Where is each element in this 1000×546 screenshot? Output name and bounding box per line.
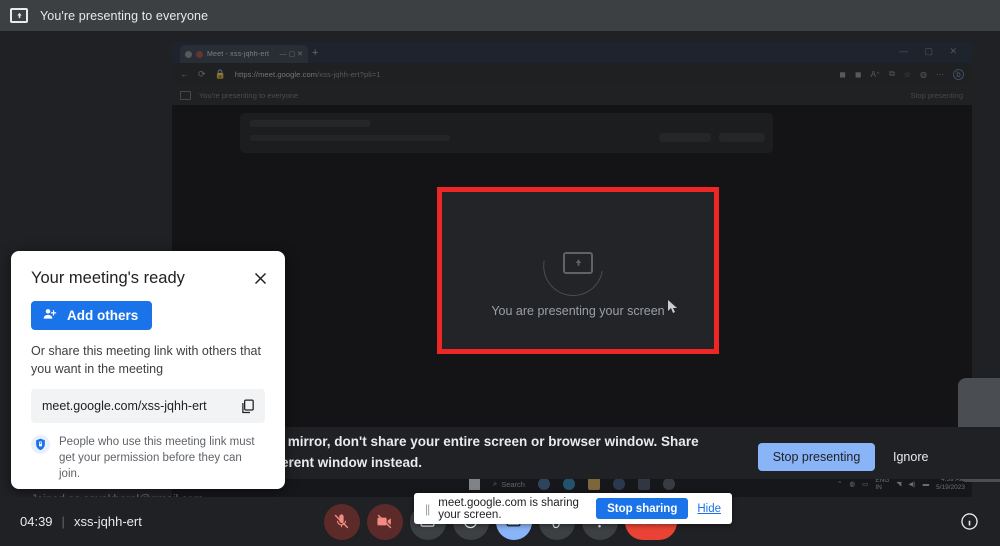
meeting-link-row[interactable]: meet.google.com/xss-jqhh-ert bbox=[31, 389, 265, 424]
taskbar-app-icon-3 bbox=[637, 478, 650, 490]
nested-tab-favicon-icon bbox=[185, 50, 192, 58]
person-add-icon bbox=[42, 306, 58, 325]
dialog-description: Or share this meeting link with others t… bbox=[31, 344, 261, 377]
nested-omnibox-actions: ◼ ◼ A⁺ ⧉ ☆ ◍ ⋯ b bbox=[839, 68, 964, 80]
nested-browser-tab: Meet - xss-jqhh-ert — ▢ ✕ bbox=[180, 45, 308, 63]
info-icon[interactable] bbox=[956, 509, 982, 535]
nested-omnibox: ← ⟳ 🔒 https://meet.google.com/xss-jqhh-e… bbox=[172, 63, 972, 85]
tray-chat-icon: ▭ bbox=[862, 481, 869, 488]
nested-extension-icon-1: ◼ bbox=[839, 69, 846, 79]
present-to-all-icon bbox=[10, 8, 28, 23]
camera-off-button[interactable] bbox=[366, 503, 403, 540]
dialog-title: Your meeting's ready bbox=[31, 269, 185, 287]
meeting-link-text: meet.google.com/xss-jqhh-ert bbox=[42, 399, 207, 414]
nested-inline-dialog bbox=[240, 113, 773, 153]
nested-reload-icon: ⟳ bbox=[198, 68, 206, 79]
control-bar-right bbox=[956, 509, 982, 535]
settings-icon bbox=[662, 478, 675, 490]
meeting-info-group: 04:39 | xss-jqhh-ert bbox=[20, 514, 142, 529]
nested-collections-icon: A⁺ bbox=[870, 69, 881, 79]
permission-note-text: People who use this meeting link must ge… bbox=[59, 436, 255, 481]
edge-icon bbox=[562, 478, 575, 490]
tray-language-label: ENG IN bbox=[875, 477, 890, 491]
nested-tab-title: Meet - xss-jqhh-ert bbox=[207, 50, 270, 58]
nested-dialog-button-1 bbox=[659, 133, 711, 142]
nested-extension-icon-2: ◼ bbox=[854, 69, 862, 79]
nested-dialog-line-2 bbox=[250, 135, 450, 141]
tray-battery-icon: ▬ bbox=[922, 480, 930, 488]
search-icon: ⌕ bbox=[493, 479, 498, 488]
sharing-status-text: meet.google.com is sharing your screen. bbox=[438, 496, 579, 521]
nested-url-text: https://meet.google.com/xss-jqhh-ert?pli… bbox=[234, 69, 381, 79]
nested-presenting-label: You're presenting to everyone bbox=[199, 90, 299, 100]
tray-shield-icon: ◍ bbox=[849, 481, 856, 488]
nested-tab-strip: Meet - xss-jqhh-ert — ▢ ✕ + — ▢ ✕ bbox=[172, 42, 972, 63]
presenting-status-bar: You're presenting to everyone bbox=[0, 0, 1000, 31]
windows-start-icon bbox=[469, 478, 481, 490]
stop-presenting-button[interactable]: Stop presenting bbox=[758, 443, 875, 471]
warning-line-2: fferent window instead. bbox=[272, 455, 423, 470]
meeting-ready-dialog: Your meeting's ready Add others Or share… bbox=[11, 251, 285, 506]
nested-stop-presenting-label: Stop presenting bbox=[910, 90, 963, 100]
nested-site-info-icon: 🔒 bbox=[214, 68, 226, 79]
presenting-preview-highlight: You are presenting your screen bbox=[437, 187, 719, 354]
nested-dialog-button-2 bbox=[719, 133, 765, 142]
meeting-time: 04:39 bbox=[20, 514, 53, 529]
nested-tab-recording-icon bbox=[196, 50, 203, 58]
meet-presenting-screen: You're presenting to everyone Meet - xss… bbox=[0, 0, 1000, 546]
presenting-preview-caption: You are presenting your screen bbox=[491, 303, 665, 318]
nested-settings-icon: ⋯ bbox=[936, 69, 944, 79]
nested-window-controls: — ▢ ✕ bbox=[898, 46, 964, 56]
add-others-label: Add others bbox=[67, 308, 139, 323]
nested-back-icon: ← bbox=[180, 69, 189, 79]
stop-sharing-button[interactable]: Stop sharing bbox=[596, 498, 689, 519]
separator: | bbox=[61, 514, 65, 529]
tray-wifi-icon: ◥ bbox=[896, 481, 902, 488]
nested-presenting-bar: You're presenting to everyone Stop prese… bbox=[172, 85, 972, 105]
ignore-button[interactable]: Ignore bbox=[893, 443, 928, 471]
presenting-preview-content: You are presenting your screen bbox=[442, 192, 714, 349]
infinity-mirror-warning-text: ty mirror, don't share your entire scree… bbox=[272, 432, 742, 474]
close-icon[interactable] bbox=[249, 267, 271, 289]
search-placeholder: Search bbox=[501, 479, 525, 489]
chrome-sharing-bar: || meet.google.com is sharing your scree… bbox=[414, 493, 732, 524]
tray-volume-icon: ◀) bbox=[908, 481, 916, 488]
drag-handle-icon[interactable]: || bbox=[425, 502, 430, 516]
meeting-code: xss-jqhh-ert bbox=[73, 514, 142, 529]
file-explorer-icon bbox=[587, 478, 600, 490]
nested-profile-icon: ◍ bbox=[920, 69, 927, 79]
shield-lock-icon bbox=[31, 435, 50, 459]
nested-split-icon: ⧉ bbox=[889, 69, 895, 78]
nested-browser-avatar: b bbox=[953, 68, 964, 80]
nested-present-to-all-icon bbox=[180, 90, 191, 100]
warning-line-1: ty mirror, don't share your entire scree… bbox=[272, 434, 699, 450]
nested-taskbar-center: ⌕ Search bbox=[469, 478, 675, 490]
nested-taskbar-search: ⌕ Search bbox=[493, 479, 525, 489]
cursor-icon bbox=[668, 300, 677, 313]
tray-date: 5/19/2023 bbox=[936, 484, 965, 491]
nested-dialog-line-1 bbox=[250, 120, 370, 127]
nested-favorites-icon: ☆ bbox=[903, 69, 912, 79]
presenting-status-label: You're presenting to everyone bbox=[40, 8, 209, 23]
loading-spinner-icon bbox=[531, 224, 615, 308]
nested-new-tab-icon: + bbox=[312, 47, 319, 59]
taskbar-app-icon-1 bbox=[537, 478, 550, 490]
tray-expand-icon: ⌃ bbox=[837, 481, 843, 488]
nested-tab-close-icon: — ▢ ✕ bbox=[279, 51, 303, 58]
permission-note-row: People who use this meeting link must ge… bbox=[31, 434, 265, 482]
copy-icon[interactable] bbox=[239, 398, 256, 415]
add-others-button[interactable]: Add others bbox=[31, 301, 153, 330]
taskbar-app-icon-2 bbox=[612, 478, 625, 490]
hide-sharing-bar-link[interactable]: Hide bbox=[697, 503, 721, 515]
microphone-off-button[interactable] bbox=[323, 503, 360, 540]
